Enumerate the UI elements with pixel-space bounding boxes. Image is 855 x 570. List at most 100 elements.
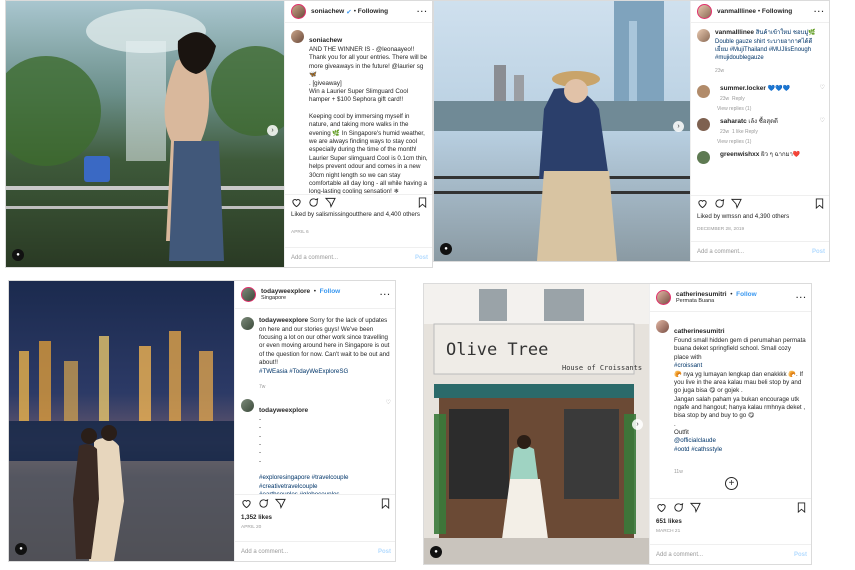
likes-count[interactable]: 1,352 likes (241, 514, 272, 521)
post-comment-button[interactable]: Post (794, 552, 807, 558)
reply-button[interactable]: Reply (732, 96, 745, 102)
like-heart-icon[interactable] (241, 498, 252, 509)
post-todayweexplore: ● todayweexplore • Follow Singapore ··· … (8, 280, 396, 562)
shop-sign-sub: House of Croissants (562, 364, 643, 372)
username[interactable]: vanmalllinee (717, 8, 756, 15)
post-photo[interactable]: Olive Tree House of Croissants › ● (424, 284, 649, 564)
like-heart-icon[interactable] (291, 197, 302, 208)
location-link[interactable]: Permata Buana (676, 298, 757, 304)
post-header: catherinesumitri • Follow Permata Buana … (650, 284, 811, 312)
add-comment-input[interactable]: Add a comment... (656, 552, 703, 558)
avatar[interactable] (241, 398, 254, 412)
next-arrow-icon[interactable]: › (673, 121, 684, 132)
post-sidebar: vanmalllinee • Following ··· vanmallline… (690, 1, 829, 261)
comment-time: 23w (720, 128, 730, 135)
more-options-icon[interactable]: ··· (814, 7, 825, 16)
reply-button[interactable]: 1 like Reply (732, 129, 758, 135)
caption-block: catherinesumitri Found small hidden gem … (650, 312, 811, 484)
likes-count[interactable]: Liked by wmssn and 4,390 others (697, 213, 827, 220)
caption-hashtag[interactable]: #croissant (674, 362, 702, 369)
load-more-comments-icon[interactable]: + (725, 477, 738, 490)
comment-icon[interactable] (714, 198, 725, 209)
view-replies-button[interactable]: View replies (1) (691, 106, 829, 114)
comment-like-icon[interactable]: ♡ (386, 399, 391, 508)
user-tag-icon[interactable]: ● (15, 543, 27, 555)
caption-hashtags[interactable]: #TWEasia #TodayWeExploreSG (259, 368, 391, 376)
next-arrow-icon[interactable]: › (267, 125, 278, 136)
user-tag-icon[interactable]: ● (430, 546, 442, 558)
caption-hashtags[interactable]: #ootd #cathsstyle (674, 446, 807, 454)
comment-icon[interactable] (673, 502, 684, 513)
like-heart-icon[interactable] (697, 198, 708, 209)
comment-username[interactable]: greenwishxx (720, 151, 759, 158)
location-link[interactable]: Singapore (261, 295, 340, 301)
avatar[interactable] (241, 317, 254, 330)
comment-like-icon[interactable]: ♡ (820, 118, 825, 135)
comment-username[interactable]: saharatc (720, 118, 747, 125)
avatar[interactable] (656, 320, 669, 333)
more-options-icon[interactable]: ··· (380, 290, 391, 299)
add-comment-input[interactable]: Add a comment... (241, 549, 288, 555)
caption-username[interactable]: catherinesumitri (674, 328, 725, 335)
post-photo[interactable]: › ● (6, 1, 284, 267)
share-icon[interactable] (731, 198, 742, 209)
comment-like-icon[interactable]: ♡ (820, 85, 825, 102)
avatar[interactable] (697, 4, 712, 19)
likes-count[interactable]: Liked by salismissingoutthere and 4,400 … (291, 211, 426, 218)
username[interactable]: todayweexplore (261, 288, 310, 295)
comment-icon[interactable] (308, 197, 319, 208)
save-bookmark-icon[interactable] (814, 198, 825, 209)
save-bookmark-icon[interactable] (380, 498, 391, 509)
post-photo[interactable]: › ● (434, 1, 690, 261)
post-date: APRIL 20 (241, 525, 262, 530)
following-button[interactable]: Following (762, 8, 792, 15)
save-bookmark-icon[interactable] (417, 197, 428, 208)
more-options-icon[interactable]: ··· (796, 293, 807, 302)
like-heart-icon[interactable] (656, 502, 667, 513)
save-bookmark-icon[interactable] (796, 502, 807, 513)
caption-username[interactable]: vanmalllinee (715, 29, 754, 36)
avatar[interactable] (291, 4, 306, 19)
add-comment-input[interactable]: Add a comment... (697, 249, 744, 255)
caption-block: todayweexplore Sorry for the lack of upd… (235, 309, 395, 391)
avatar[interactable] (241, 287, 256, 302)
add-comment-input[interactable]: Add a comment... (291, 255, 338, 261)
follow-button[interactable]: Follow (320, 288, 341, 295)
avatar[interactable] (697, 118, 710, 132)
next-arrow-icon[interactable]: › (632, 419, 643, 430)
share-icon[interactable] (275, 498, 286, 509)
user-tag-icon[interactable]: ● (12, 249, 24, 261)
username[interactable]: soniachew (311, 8, 344, 15)
comment-time: 23w (720, 95, 730, 102)
share-icon[interactable] (690, 502, 701, 513)
post-comment-button[interactable]: Post (378, 549, 391, 555)
avatar[interactable] (697, 84, 710, 98)
follow-button[interactable]: Follow (736, 291, 757, 298)
share-icon[interactable] (325, 197, 336, 208)
caption-time: 23w (715, 68, 725, 75)
avatar[interactable] (656, 290, 671, 305)
username[interactable]: catherinesumitri (676, 291, 727, 298)
avatar[interactable] (697, 29, 710, 42)
caption-username[interactable]: todayweexplore (259, 317, 308, 324)
avatar[interactable] (291, 30, 304, 43)
avatar[interactable] (697, 151, 710, 165)
caption-block: soniachew AND THE WINNER IS - @leonaayeo… (285, 23, 432, 197)
post-comment-button[interactable]: Post (415, 255, 428, 261)
comment-icon[interactable] (258, 498, 269, 509)
likes-count[interactable]: 651 likes (656, 518, 682, 525)
caption-block: vanmalllinee สินค้าเข้าใหม่ ชอบมู่🌿Doubl… (691, 23, 829, 75)
post-comment-button[interactable]: Post (812, 249, 825, 255)
user-tag-icon[interactable]: ● (440, 243, 452, 255)
caption-text-2: 🥐 nya yg lumayan lengkap dan enakkkk 🥐. … (674, 370, 806, 437)
caption-username[interactable]: soniachew (309, 37, 342, 44)
view-replies-button[interactable]: View replies (1) (691, 139, 829, 147)
comment-username[interactable]: todayweexplore (259, 407, 308, 414)
caption-mention[interactable]: @officialclaude (674, 437, 716, 444)
comment-text: เล้ง ซื้อสุดดี (748, 119, 778, 126)
photo-scene (434, 1, 690, 261)
following-button[interactable]: Following (358, 8, 388, 15)
post-photo[interactable]: ● (9, 281, 234, 561)
more-options-icon[interactable]: ··· (417, 7, 428, 16)
comment-username[interactable]: summer.locker (720, 85, 766, 92)
